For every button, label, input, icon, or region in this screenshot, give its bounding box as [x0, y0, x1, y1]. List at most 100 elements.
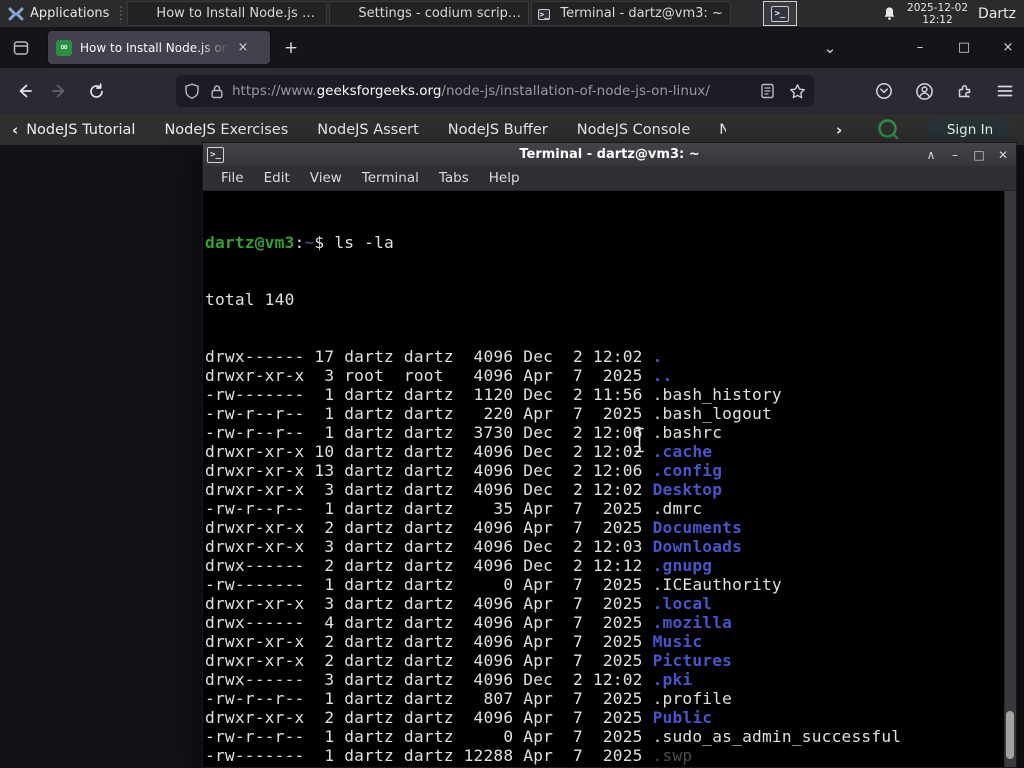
taskbar-window-label: Settings - codium script...: [358, 6, 523, 21]
file-name: Templates: [653, 765, 743, 767]
reload-button[interactable]: [82, 77, 110, 105]
terminal-scrollbar[interactable]: [1004, 191, 1016, 767]
file-name: .cache: [652, 442, 713, 461]
terminal-output-line: -rw------- 1 dartz dartz 0 Apr 7 2025 .I…: [205, 575, 782, 594]
file-name: .profile: [652, 689, 733, 708]
terminal-window-title: Terminal - dartz@vm3: ~: [519, 147, 700, 162]
reader-mode-icon[interactable]: [760, 83, 775, 99]
terminal-prompt-line: dartz@vm3:~$ ls -la: [205, 233, 394, 252]
notification-bell-icon[interactable]: [882, 6, 897, 21]
file-name: .gnupg: [652, 556, 713, 575]
terminal-output-line: -rw-r--r-- 1 dartz dartz 3730 Dec 2 12:0…: [205, 423, 723, 442]
site-navigation-bar: ‹ NodeJS Tutorial NodeJS Exercises NodeJ…: [0, 114, 1024, 145]
file-name: .dmrc: [652, 499, 703, 518]
taskbar-window-label: How to Install Node.js o...: [156, 6, 321, 21]
nav-item-tutorial[interactable]: NodeJS Tutorial: [26, 122, 135, 138]
menu-help[interactable]: Help: [479, 170, 530, 186]
hamburger-menu-icon[interactable]: [996, 82, 1014, 100]
user-menu[interactable]: Dartz: [978, 6, 1016, 22]
nav-forward-chevron-icon[interactable]: ›: [836, 121, 842, 139]
sign-in-button[interactable]: Sign In: [928, 117, 1012, 142]
menu-file[interactable]: File: [203, 170, 254, 186]
scrollbar-thumb[interactable]: [1006, 711, 1014, 759]
menu-edit[interactable]: Edit: [254, 170, 300, 186]
nav-item-crypto[interactable]: NodeJS Crypto: [719, 122, 726, 138]
file-name: .: [652, 347, 663, 366]
taskbar-window-firefox[interactable]: How to Install Node.js o...: [127, 1, 328, 26]
file-name: Documents: [652, 518, 743, 537]
nav-item-console[interactable]: NodeJS Console: [577, 122, 691, 138]
terminal-output-line: drwxr-xr-x 2 dartz dartz 4096 Apr 7 2025…: [205, 651, 733, 670]
applications-menu-button[interactable]: Applications: [0, 0, 117, 27]
terminal-output-line: -rw------- 1 dartz dartz 1120 Dec 2 11:5…: [205, 385, 782, 404]
extensions-puzzle-icon[interactable]: [956, 82, 974, 100]
browser-maximize-button[interactable]: □: [954, 40, 974, 55]
terminal-icon: >_: [771, 5, 789, 22]
back-button[interactable]: [10, 77, 38, 105]
menu-view[interactable]: View: [300, 170, 352, 186]
lock-icon[interactable]: [210, 84, 224, 99]
applications-menu-label: Applications: [30, 6, 110, 21]
pocket-icon[interactable]: [875, 82, 893, 100]
navigation-toolbar: https://www.geeksforgeeks.org/node-js/in…: [0, 68, 1024, 114]
taskbar-window-codium[interactable]: Settings - codium script...: [329, 1, 530, 26]
menu-terminal[interactable]: Terminal: [352, 170, 429, 186]
panel-terminal-launcher[interactable]: >_: [763, 1, 797, 26]
nav-back-chevron-icon[interactable]: ‹: [12, 121, 18, 139]
file-name: .swp: [652, 746, 693, 765]
terminal-output-line: drwx------ 17 dartz dartz 4096 Dec 2 12:…: [205, 347, 663, 366]
top-panel: Applications How to Install Node.js o...…: [0, 0, 1024, 27]
terminal-output-line: drwxr-xr-x 3 dartz dartz 4096 Dec 2 12:0…: [205, 480, 723, 499]
terminal-minimize-button[interactable]: –: [948, 148, 962, 162]
terminal-content[interactable]: dartz@vm3:~$ ls -la total 140 drwx------…: [203, 191, 1016, 767]
nav-item-buffer[interactable]: NodeJS Buffer: [448, 122, 548, 138]
bookmark-star-icon[interactable]: [789, 83, 806, 100]
browser-tab-active[interactable]: ∞ How to Install Node.js on ×: [48, 31, 270, 64]
tab-bar: ∞ How to Install Node.js on × + ⌄ – □ ×: [0, 27, 1024, 68]
taskbar-window-terminal[interactable]: >_ Terminal - dartz@vm3: ~: [531, 1, 732, 26]
file-name: .sudo_as_admin_successful: [652, 727, 902, 746]
terminal-output-line: drwxr-xr-x 10 dartz dartz 4096 Dec 2 12:…: [205, 442, 713, 461]
clock-date: 2025-12-02: [907, 1, 969, 14]
new-tab-button[interactable]: +: [278, 35, 304, 61]
terminal-close-button[interactable]: ✕: [996, 148, 1010, 162]
terminal-icon: >_: [207, 146, 224, 163]
url-bar[interactable]: https://www.geeksforgeeks.org/node-js/in…: [176, 75, 814, 107]
terminal-output: dartz@vm3:~$ ls -la total 140 drwx------…: [205, 195, 901, 767]
browser-close-button[interactable]: ×: [998, 40, 1018, 55]
file-name: Pictures: [652, 651, 733, 670]
file-name: .bash_logout: [652, 404, 772, 423]
terminal-titlebar[interactable]: >_ Terminal - dartz@vm3: ~ ∧ – □ ✕: [203, 143, 1016, 166]
browser-minimize-button[interactable]: –: [910, 40, 930, 55]
tab-close-icon[interactable]: ×: [234, 39, 252, 57]
terminal-output-line: drwxr-xr-x 2 dartz dartz 4096 Apr 7 2025…: [205, 765, 901, 767]
terminal-output-line: drwxr-xr-x 3 dartz dartz 4096 Apr 7 2025…: [205, 594, 713, 613]
search-icon[interactable]: [876, 117, 901, 142]
file-name: .bash_history: [652, 385, 782, 404]
terminal-total-line: total 140: [205, 290, 295, 309]
tab-title: How to Install Node.js on: [80, 40, 230, 55]
tracking-shield-icon[interactable]: [184, 83, 200, 99]
codium-icon: [336, 6, 352, 22]
url-text: https://www.geeksforgeeks.org/node-js/in…: [232, 83, 710, 99]
firefox-view-button[interactable]: [8, 35, 34, 61]
terminal-menubar: File Edit View Terminal Tabs Help: [203, 166, 1016, 191]
terminal-output-line: drwxr-xr-x 2 dartz dartz 4096 Apr 7 2025…: [205, 632, 703, 651]
terminal-shade-button[interactable]: ∧: [924, 148, 938, 162]
terminal-output-line: -rw-r--r-- 1 dartz dartz 220 Apr 7 2025 …: [205, 404, 772, 423]
terminal-output-line: -rw-r--r-- 1 dartz dartz 807 Apr 7 2025 …: [205, 689, 733, 708]
terminal-window: >_ Terminal - dartz@vm3: ~ ∧ – □ ✕ File …: [202, 142, 1017, 768]
panel-clock[interactable]: 2025-12-02 12:12: [907, 2, 968, 26]
file-name: .config: [652, 461, 723, 480]
list-all-tabs-icon[interactable]: ⌄: [820, 39, 840, 57]
mouse-cursor-ibeam: [634, 427, 645, 453]
menu-tabs[interactable]: Tabs: [429, 170, 479, 186]
file-name: .pki: [652, 670, 693, 689]
nav-item-assert[interactable]: NodeJS Assert: [317, 122, 419, 138]
clock-time: 12:12: [922, 13, 953, 26]
forward-button[interactable]: [46, 77, 74, 105]
account-icon[interactable]: [915, 82, 934, 101]
terminal-maximize-button[interactable]: □: [972, 148, 986, 162]
system-tray: 2025-12-02 12:12 Dartz: [882, 0, 1024, 27]
nav-item-exercises[interactable]: NodeJS Exercises: [164, 122, 288, 138]
